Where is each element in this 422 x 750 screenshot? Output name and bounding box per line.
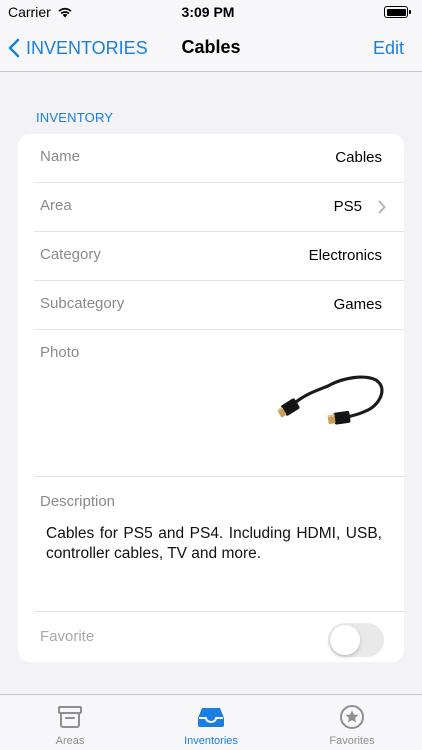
area-row[interactable]: Area PS5	[34, 183, 404, 232]
toggle-knob	[330, 625, 360, 655]
status-right	[258, 6, 411, 18]
name-label: Name	[40, 148, 81, 165]
chevron-left-icon	[8, 38, 20, 58]
tab-favorites-label: Favorites	[329, 735, 375, 747]
wifi-icon	[58, 7, 72, 18]
status-time: 3:09 PM	[181, 4, 235, 20]
photo-row: Photo	[34, 330, 404, 477]
subcategory-label: Subcategory	[40, 295, 125, 312]
category-row: Category Electronics	[34, 232, 404, 281]
description-label: Description	[40, 493, 116, 510]
name-value: Cables	[335, 149, 382, 166]
favorite-label: Favorite	[40, 628, 95, 645]
back-button-label: INVENTORIES	[26, 37, 148, 58]
inventory-card: Name Cables Area PS5 Category Electronic…	[18, 134, 404, 662]
tab-inventories-label: Inventories	[184, 735, 238, 747]
back-button[interactable]: INVENTORIES	[8, 24, 148, 72]
battery-icon	[384, 6, 411, 18]
status-left: Carrier	[8, 4, 158, 20]
section-header: INVENTORY	[36, 110, 114, 125]
archive-box-icon	[58, 706, 82, 728]
description-text: Cables for PS5 and PS4. Including HDMI, …	[46, 525, 382, 562]
subcategory-value: Games	[333, 296, 382, 313]
chevron-right-icon	[378, 200, 386, 214]
favorite-toggle[interactable]	[328, 623, 384, 657]
category-value: Electronics	[308, 247, 382, 264]
tray-icon	[198, 708, 224, 727]
category-label: Category	[40, 246, 101, 263]
subcategory-row: Subcategory Games	[34, 281, 404, 330]
name-row: Name Cables	[34, 134, 404, 183]
area-label: Area	[40, 197, 72, 214]
tab-areas[interactable]: Areas	[0, 695, 140, 750]
favorite-row: Favorite	[34, 612, 404, 662]
status-bar: Carrier 3:09 PM	[0, 0, 422, 24]
description-row: Description Cables for PS5 and PS4. Incl…	[34, 477, 404, 612]
star-circle-icon	[340, 705, 364, 729]
photo-label: Photo	[40, 344, 80, 361]
tab-areas-label: Areas	[55, 735, 85, 747]
tab-favorites[interactable]: Favorites	[282, 695, 422, 750]
navigation-bar: INVENTORIES Cables Edit	[0, 24, 422, 72]
area-value: PS5	[333, 198, 362, 215]
carrier-label: Carrier	[8, 4, 51, 20]
hdmi-cable-photo[interactable]	[278, 372, 390, 434]
tab-inventories[interactable]: Inventories	[141, 695, 281, 750]
edit-button[interactable]: Edit	[373, 24, 404, 72]
tab-bar: Areas Inventories Favorites	[0, 694, 422, 750]
